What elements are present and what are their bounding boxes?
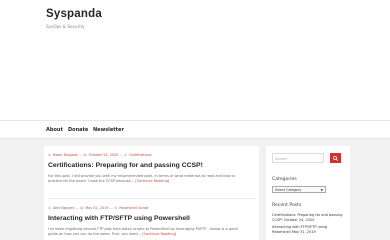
sidebar: Search Categories Select Category ▼ Rece…	[266, 146, 350, 240]
categories-widget-title: Categories	[272, 177, 297, 182]
recent-post-link[interactable]: Interacting with FTP/SFTP using Powershe…	[272, 225, 346, 235]
post-date[interactable]: October 24, 2020	[89, 153, 119, 157]
main-navigation: About Donate Newsletter	[0, 120, 390, 139]
recent-post-link[interactable]: Certifications: Preparing for and passin…	[272, 213, 346, 223]
search-button[interactable]	[330, 153, 341, 163]
post-list: ◉ Robin Delgado — ▣ October 24, 2020 — ▤…	[44, 146, 259, 240]
post-date[interactable]: May 31, 2019	[85, 206, 108, 210]
site-title[interactable]: Syspanda	[46, 8, 102, 20]
post-category[interactable]: Certifications	[129, 153, 151, 157]
post-excerpt: For this post, I will provide you with m…	[48, 174, 248, 184]
continue-reading-link[interactable]: [Continue Reading]	[135, 179, 169, 183]
nav-item-donate[interactable]: Donate	[68, 127, 88, 133]
recent-posts-widget-title: Recent Posts	[272, 203, 302, 208]
post-category[interactable]: Powershell Script	[119, 206, 148, 210]
post-author[interactable]: Robin Delgado	[53, 153, 78, 157]
post-title[interactable]: Certifications: Preparing for and passin…	[48, 162, 255, 170]
calendar-icon: ▣	[80, 206, 84, 210]
site-description: SysOps & Security	[46, 24, 85, 29]
chevron-down-icon: ▼	[320, 188, 323, 192]
post-meta: ◉ Alex Nguyen — ▣ May 31, 2019 — ▤ Power…	[48, 206, 149, 210]
calendar-icon: ▣	[83, 153, 87, 157]
search-input[interactable]: Search	[272, 153, 324, 163]
post-divider	[48, 198, 255, 199]
post-excerpt: I've been migrating several FTP jobs fro…	[48, 227, 248, 237]
nav-item-newsletter[interactable]: Newsletter	[93, 127, 124, 133]
user-icon: ◉	[48, 153, 51, 157]
category-select-value: Select Category	[275, 188, 302, 192]
post-meta: ◉ Robin Delgado — ▣ October 24, 2020 — ▤…	[48, 153, 152, 157]
nav-item-about[interactable]: About	[46, 127, 63, 133]
post-author[interactable]: Alex Nguyen	[53, 206, 74, 210]
category-select[interactable]: Select Category ▼	[272, 186, 326, 193]
site-header: Syspanda SysOps & Security	[0, 0, 390, 120]
post-item: ◉ Alex Nguyen — ▣ May 31, 2019 — ▤ Power…	[48, 206, 255, 237]
search-icon	[333, 155, 338, 161]
continue-reading-link[interactable]: [Continue Reading]	[142, 232, 176, 236]
user-icon: ◉	[48, 206, 51, 210]
folder-icon: ▤	[123, 153, 128, 157]
folder-icon: ▤	[114, 206, 118, 210]
post-title[interactable]: Interacting with FTP/SFTP using Powershe…	[48, 215, 255, 223]
post-item: ◉ Robin Delgado — ▣ October 24, 2020 — ▤…	[48, 153, 255, 184]
